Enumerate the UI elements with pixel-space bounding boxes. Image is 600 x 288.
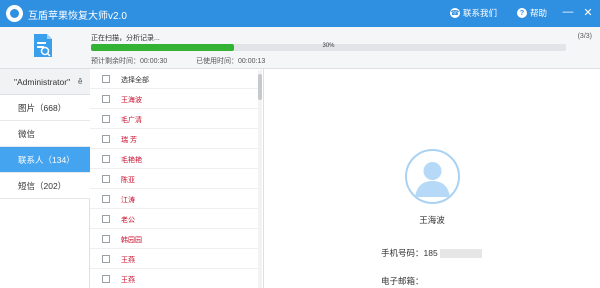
contact-name: 毛艳艳: [121, 157, 142, 164]
contact-name: 王燕: [121, 277, 135, 284]
sidebar-item-wechat[interactable]: 微信: [0, 121, 90, 147]
select-all-label: 选择全部: [121, 77, 149, 84]
scan-status-text: 正在扫描，分析记录...: [91, 35, 160, 42]
help-button[interactable]: ? 帮助: [517, 7, 547, 19]
user-name: "Administrator": [14, 77, 71, 87]
title-bar: 互盾苹果恢复大师v2.0 ☎ 联系我们 ? 帮助 — ✕: [0, 0, 600, 27]
contact-us-button[interactable]: ☎ 联系我们: [450, 7, 497, 19]
user-caret-icon: ê: [78, 77, 83, 86]
contact-checkbox[interactable]: [102, 275, 110, 283]
list-item[interactable]: 毛广清: [90, 109, 258, 129]
phone-icon: ☎: [450, 8, 460, 18]
contact-name: 瑞 芳: [121, 137, 137, 144]
contact-list: 选择全部 王海波 毛广清 瑞 芳 毛艳艳 陈亚 江涛 老公 韩园园 王燕 王燕: [90, 69, 264, 288]
list-item[interactable]: 江涛: [90, 189, 258, 209]
app-title: 互盾苹果恢复大师v2.0: [28, 11, 127, 22]
contact-name: 江涛: [121, 197, 135, 204]
list-item[interactable]: 王海波: [90, 89, 258, 109]
contact-name: 老公: [121, 217, 135, 224]
user-selector[interactable]: "Administrator" ê: [0, 69, 90, 95]
contact-checkbox[interactable]: [102, 155, 110, 163]
remaining-time: 预计剩余时间：00:00:30: [91, 58, 168, 65]
elapsed-time: 已使用时间：00:00:13: [196, 58, 266, 65]
select-all-row[interactable]: 选择全部: [90, 69, 258, 89]
phone-label: 手机号码：: [381, 248, 424, 258]
contact-name: 王海波: [121, 97, 142, 104]
list-item[interactable]: 陈亚: [90, 169, 258, 189]
minimize-button[interactable]: —: [560, 4, 576, 20]
list-item[interactable]: 瑞 芳: [90, 129, 258, 149]
sidebar-item-photos[interactable]: 图片（668）: [0, 95, 90, 121]
contact-checkbox[interactable]: [102, 135, 110, 143]
progress-percent: 30%: [322, 43, 335, 49]
help-label: 帮助: [530, 8, 548, 18]
email-field: 电子邮箱：: [381, 275, 424, 287]
select-all-checkbox[interactable]: [102, 75, 110, 83]
help-icon: ?: [517, 8, 527, 18]
category-sidebar: "Administrator" ê 图片（668） 微信 联系人（134） 短信…: [0, 69, 90, 288]
contact-avatar-icon: [405, 149, 460, 204]
phone-redacted: [439, 249, 482, 259]
sidebar-item-contacts[interactable]: 联系人（134）: [0, 147, 90, 173]
sidebar-item-sms[interactable]: 短信（202）: [0, 173, 90, 199]
contact-us-label: 联系我们: [463, 8, 498, 18]
contact-checkbox[interactable]: [102, 175, 110, 183]
contact-checkbox[interactable]: [102, 195, 110, 203]
email-label: 电子邮箱：: [381, 276, 424, 286]
contact-checkbox[interactable]: [102, 255, 110, 263]
detail-contact-name: 王海波: [419, 215, 445, 225]
contact-checkbox[interactable]: [102, 115, 110, 123]
scrollbar-thumb[interactable]: [258, 74, 262, 100]
contact-checkbox[interactable]: [102, 235, 110, 243]
list-item[interactable]: 韩园园: [90, 229, 258, 249]
contact-checkbox[interactable]: [102, 95, 110, 103]
list-item[interactable]: 王燕: [90, 249, 258, 269]
phone-value: 185: [423, 248, 438, 258]
list-item[interactable]: 王燕: [90, 269, 258, 288]
list-item[interactable]: 老公: [90, 209, 258, 229]
scan-document-icon: [34, 34, 52, 57]
contact-name: 韩园园: [121, 237, 142, 244]
scan-count: (3/3): [577, 33, 592, 40]
phone-field: 手机号码：185: [381, 247, 482, 259]
list-item[interactable]: 毛艳艳: [90, 149, 258, 169]
scan-progress-panel: 正在扫描，分析记录... (3/3) 30% 预计剩余时间：00:00:30 已…: [0, 27, 600, 69]
contact-name: 毛广清: [121, 117, 142, 124]
contact-list-scrollbar[interactable]: [258, 70, 262, 288]
contact-checkbox[interactable]: [102, 215, 110, 223]
close-button[interactable]: ✕: [580, 4, 596, 20]
contact-name: 王燕: [121, 257, 135, 264]
contact-name: 陈亚: [121, 177, 135, 184]
app-logo-icon: [6, 5, 23, 22]
contact-detail-pane: 王海波 手机号码：185 电子邮箱：: [264, 69, 600, 288]
progress-bar: 30%: [91, 43, 566, 51]
